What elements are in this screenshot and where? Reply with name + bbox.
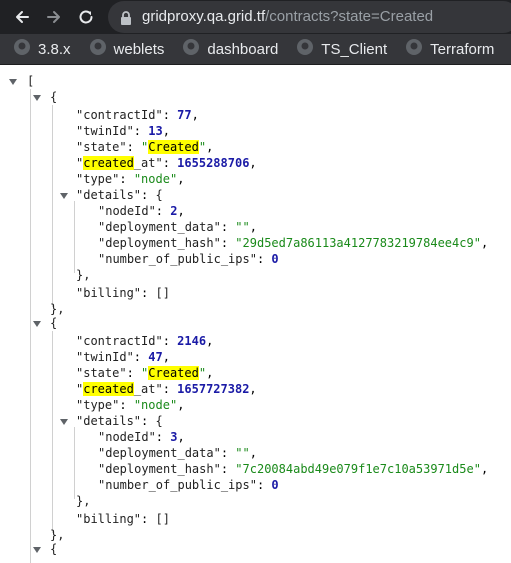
- billing-value: []: [155, 512, 170, 526]
- field-deployment-hash: "deployment_hash": "29d5ed7a86113a412778…: [98, 236, 489, 250]
- deployment-hash-value: 29d5ed7a86113a4127783219784ee4c9: [242, 236, 474, 250]
- lock-icon[interactable]: [120, 10, 132, 29]
- field-billing: "billing": []: [76, 286, 170, 300]
- collapse-toggle-icon[interactable]: [33, 95, 41, 101]
- collapse-toggle-icon[interactable]: [33, 321, 41, 327]
- type-value: node: [141, 172, 170, 186]
- object-open: {: [50, 542, 58, 556]
- field-number-of-public-ips: "number_of_public_ips": 0: [98, 478, 279, 492]
- forward-arrow-icon[interactable]: [42, 5, 66, 29]
- bookmark-label: dashboard: [207, 40, 279, 58]
- search-highlight: Created: [148, 366, 199, 380]
- created-at-value: 1657727382: [177, 382, 250, 396]
- field-deployment-data: "deployment_data": "",: [98, 446, 257, 460]
- collapse-toggle-icon[interactable]: [60, 193, 68, 199]
- indent-guide: [52, 331, 53, 533]
- deployment-hash-value: 7c20084abd49e079f1e7c10a53971d5e: [242, 462, 474, 476]
- field-contractId: "contractId": 2146,: [76, 334, 214, 348]
- details-close: },: [76, 494, 91, 508]
- indent-guide: [52, 105, 53, 307]
- field-type: "type": "node",: [76, 172, 185, 186]
- indent-guide: [74, 427, 75, 499]
- array-open: [: [27, 74, 35, 88]
- details-close: },: [76, 268, 91, 282]
- field-deployment-data: "deployment_data": "",: [98, 220, 257, 234]
- bookmark-ts-client[interactable]: TS_Client: [297, 39, 387, 59]
- bookmark-terraform[interactable]: Terraform: [406, 39, 494, 59]
- field-state: "state": "Created",: [76, 140, 214, 154]
- github-icon: [406, 39, 423, 59]
- field-created-at: "created_at": 1657727382,: [76, 382, 257, 396]
- back-arrow-icon[interactable]: [10, 5, 34, 29]
- nodeId-value: 3: [170, 430, 178, 444]
- type-value: node: [141, 398, 170, 412]
- bookmark-label: Terraform: [430, 40, 495, 58]
- field-type: "type": "node",: [76, 398, 185, 412]
- field-twinId: "twinId": 13,: [76, 124, 170, 138]
- object-open: {: [50, 90, 58, 104]
- search-highlight: Created: [148, 140, 199, 154]
- public-ips-value: 0: [271, 478, 279, 492]
- field-number-of-public-ips: "number_of_public_ips": 0: [98, 252, 279, 266]
- reload-icon[interactable]: [74, 5, 98, 29]
- created-at-value: 1655288706: [177, 156, 250, 170]
- bookmark-label: 3.8.x: [38, 40, 71, 58]
- bookmark-label: TS_Client: [321, 40, 388, 58]
- github-icon: [297, 39, 314, 59]
- url-text[interactable]: gridproxy.qa.grid.tf/contracts?state=Cre…: [142, 8, 433, 26]
- search-highlight-key: created: [83, 156, 134, 170]
- field-contractId: "contractId": 77,: [76, 108, 199, 122]
- field-deployment-hash: "deployment_hash": "7c20084abd49e079f1e7…: [98, 462, 489, 476]
- url-host: gridproxy.qa.grid.tf: [142, 8, 266, 25]
- collapse-toggle-icon[interactable]: [33, 547, 41, 553]
- github-icon: [89, 39, 106, 59]
- github-icon: [183, 39, 200, 59]
- billing-value: []: [155, 286, 170, 300]
- field-state: "state": "Created",: [76, 366, 214, 380]
- json-viewer: [ { "contractId": 77, "twinId": 13, "sta…: [0, 65, 511, 563]
- field-created-at: "created_at": 1655288706,: [76, 156, 257, 170]
- url-path: /contracts?state=Created: [265, 8, 434, 25]
- bookmark-3-8-x[interactable]: 3.8.x: [14, 39, 71, 59]
- search-highlight-key: created: [83, 382, 134, 396]
- nodeId-value: 2: [170, 204, 178, 218]
- contractId-value: 77: [177, 108, 192, 122]
- field-nodeId: "nodeId": 2,: [98, 204, 185, 218]
- bookmark-weblets[interactable]: weblets: [89, 39, 165, 59]
- field-billing: "billing": []: [76, 512, 170, 526]
- address-bar[interactable]: gridproxy.qa.grid.tf/contracts?state=Cre…: [108, 1, 511, 33]
- indent-guide: [30, 89, 31, 563]
- bookmarks-bar: 3.8.x weblets dashboard TS_Client Terraf…: [0, 34, 511, 65]
- bookmark-dashboard[interactable]: dashboard: [183, 39, 278, 59]
- field-twinId: "twinId": 47,: [76, 350, 170, 364]
- browser-toolbar: gridproxy.qa.grid.tf/contracts?state=Cre…: [0, 0, 511, 34]
- collapse-toggle-icon[interactable]: [60, 419, 68, 425]
- contractId-value: 2146: [177, 334, 207, 348]
- field-details: "details": {: [76, 188, 163, 202]
- github-icon: [14, 39, 30, 59]
- twinId-value: 13: [148, 124, 163, 138]
- twinId-value: 47: [148, 350, 163, 364]
- field-nodeId: "nodeId": 3,: [98, 430, 185, 444]
- public-ips-value: 0: [271, 252, 279, 266]
- bookmark-label: weblets: [113, 40, 165, 58]
- collapse-toggle-icon[interactable]: [9, 79, 17, 85]
- field-details: "details": {: [76, 414, 163, 428]
- object-open: {: [50, 316, 58, 330]
- indent-guide: [74, 201, 75, 273]
